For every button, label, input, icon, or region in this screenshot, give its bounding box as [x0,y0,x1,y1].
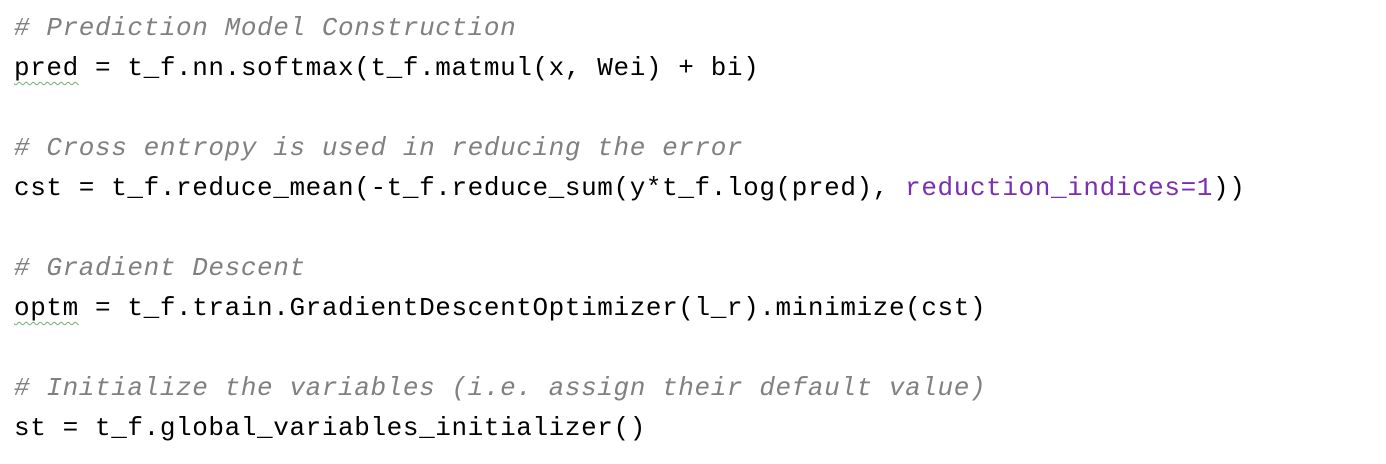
code-block: # Prediction Model Construction pred = t… [14,8,1245,448]
pred-expression: = t_f.nn.softmax(t_f.matmul(x, Wei) + bi… [78,53,760,83]
reduction-indices-kwarg: reduction_indices=1 [905,173,1213,203]
code-line-optm: optm = t_f.train.GradientDescentOptimize… [14,288,1245,328]
code-line-st: st = t_f.global_variables_initializer() [14,413,646,443]
comment-cross-entropy: # Cross entropy is used in reducing the … [14,133,744,163]
code-line-cst: cst = t_f.reduce_mean(-t_f.reduce_sum(y*… [14,168,1245,208]
cst-expression-start: cst = t_f.reduce_mean(-t_f.reduce_sum(y*… [14,173,906,203]
pred-variable: pred [14,53,79,83]
comment-gradient-descent: # Gradient Descent [14,253,306,283]
cst-expression-end: )) [1213,173,1246,203]
code-line-pred: pred = t_f.nn.softmax(t_f.matmul(x, Wei)… [14,48,1245,88]
comment-prediction-model: # Prediction Model Construction [14,13,517,43]
optm-expression: = t_f.train.GradientDescentOptimizer(l_r… [78,293,987,323]
comment-initialize-variables: # Initialize the variables (i.e. assign … [14,373,987,403]
optm-variable: optm [14,293,79,323]
